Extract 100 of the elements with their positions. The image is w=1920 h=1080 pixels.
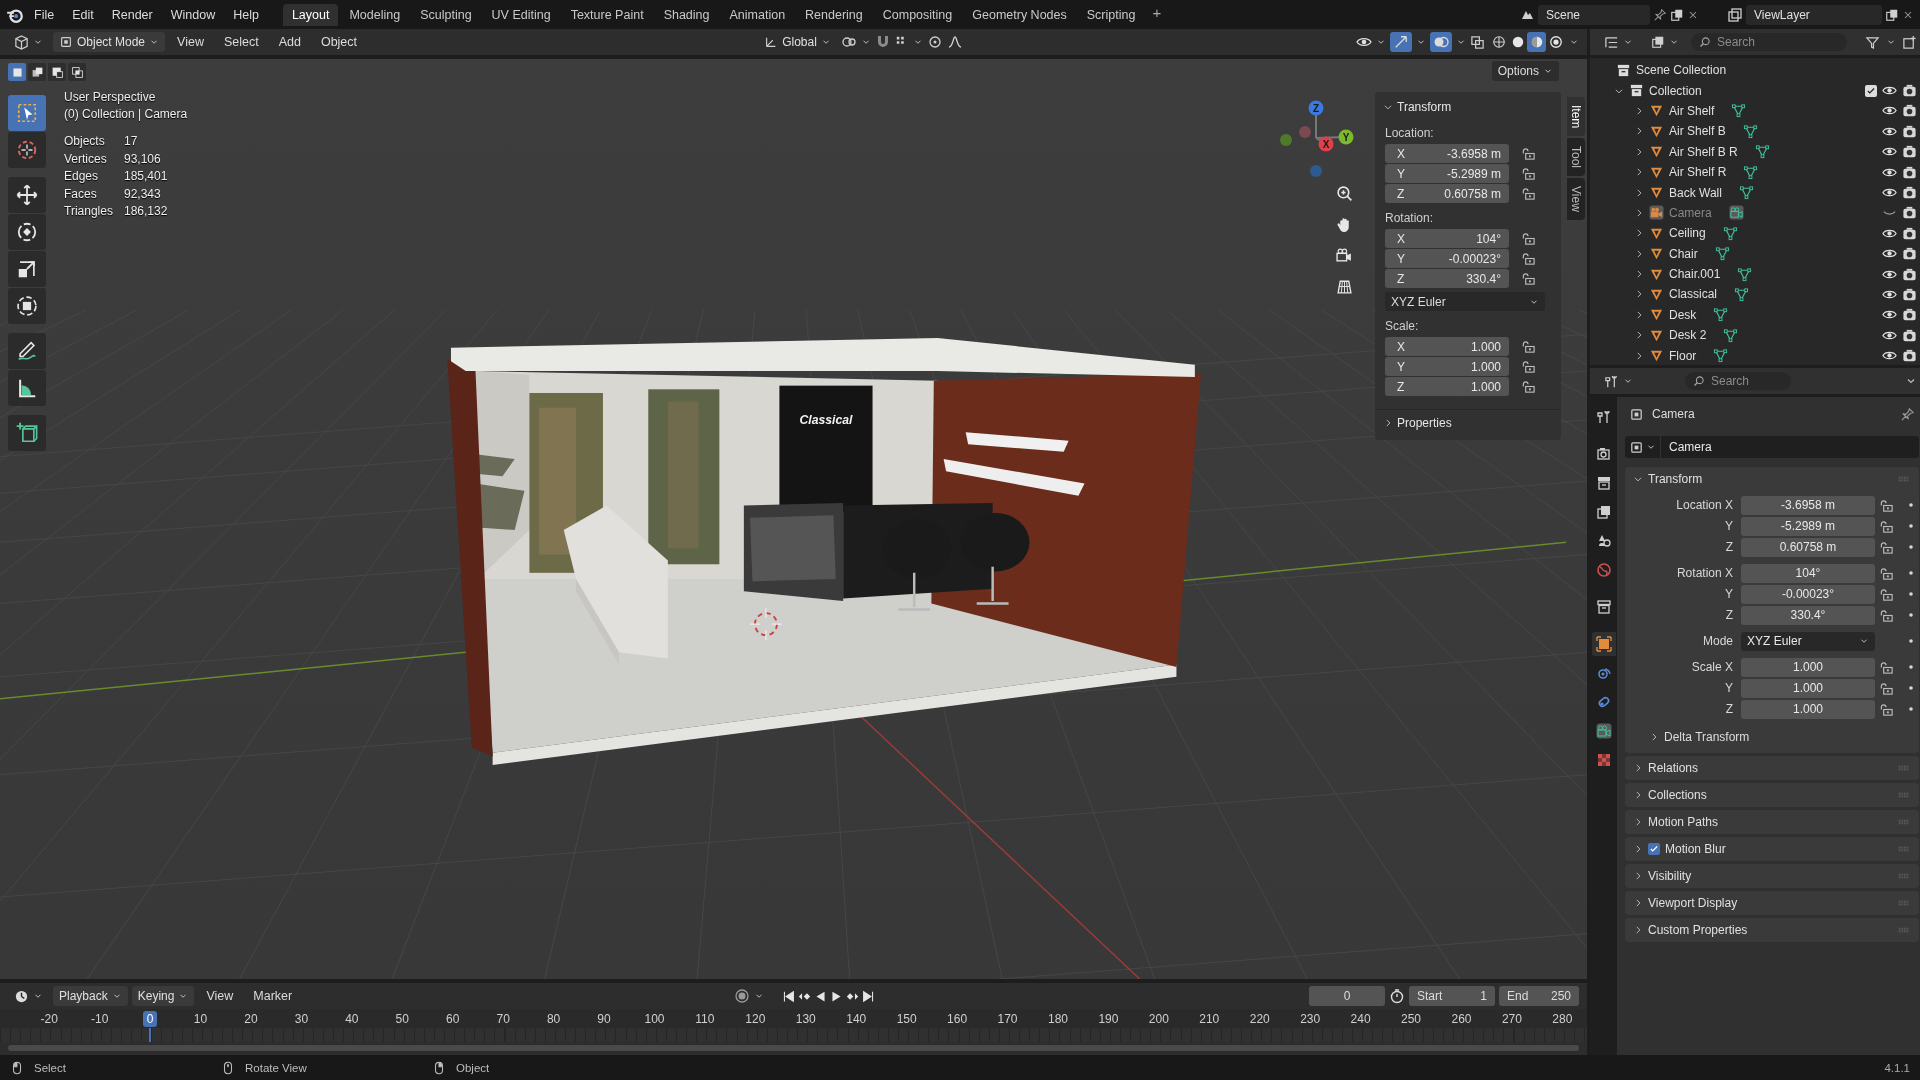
lock-icon[interactable] [1879, 586, 1894, 602]
lock-icon[interactable] [1521, 271, 1536, 286]
sidebar-tab[interactable]: View [1567, 178, 1585, 221]
workspace-tab[interactable]: UV Editing [482, 3, 560, 26]
axis-handle[interactable]: X [1318, 136, 1334, 152]
menu-item[interactable]: Object [312, 32, 366, 52]
camera-data-icon[interactable] [1728, 205, 1744, 221]
menu-item[interactable]: Add [270, 32, 309, 52]
menu-item[interactable]: View [169, 32, 212, 52]
sidebar-tab[interactable]: Tool [1567, 138, 1585, 177]
camera-icon[interactable] [1902, 327, 1917, 343]
menu-item[interactable]: Window [162, 4, 224, 25]
number-field[interactable]: -5.2989 m [1741, 516, 1875, 536]
lock-icon[interactable] [1879, 565, 1894, 581]
panel-header[interactable]: Viewport Display [1625, 891, 1919, 915]
lock-icon[interactable] [1521, 231, 1536, 246]
tool-button[interactable] [8, 288, 46, 324]
menu-item[interactable]: Help [225, 4, 267, 25]
number-field[interactable]: Z 330.4° [1385, 269, 1509, 288]
orientation-dropdown[interactable]: Global [758, 32, 837, 52]
menu-item[interactable]: Edit [64, 4, 102, 25]
camera-icon[interactable] [1902, 307, 1917, 323]
negative-x-handle[interactable] [1299, 126, 1311, 138]
number-field[interactable]: -3.6958 m [1741, 495, 1875, 515]
number-field[interactable]: -0.00023° [1741, 584, 1875, 604]
rotation-mode-dropdown[interactable]: XYZ Euler [1385, 292, 1545, 311]
select-mode-button[interactable] [48, 63, 66, 81]
workspace-tab[interactable]: Texture Paint [561, 3, 653, 26]
tree-item[interactable]: Air Shelf B R [1669, 144, 1738, 159]
menu-dropdown[interactable]: Keying [131, 986, 195, 1006]
menu-item[interactable]: Render [103, 4, 161, 25]
lock-icon[interactable] [1879, 659, 1894, 675]
tree-item[interactable]: Chair.001 [1669, 267, 1721, 282]
lock-icon[interactable] [1521, 251, 1536, 266]
scrollbar[interactable] [8, 1045, 1579, 1051]
tool-button[interactable] [8, 333, 46, 369]
checkbox[interactable] [1865, 84, 1877, 97]
proportional-edit-icon[interactable] [926, 34, 943, 50]
workspace-tab[interactable]: Geometry Nodes [963, 3, 1076, 26]
lock-icon[interactable] [1521, 339, 1536, 354]
mode-dropdown[interactable]: XYZ Euler [1741, 631, 1875, 651]
lock-icon[interactable] [1521, 186, 1536, 201]
tree-item[interactable]: Scene Collection [1636, 63, 1727, 78]
panel-header[interactable]: Motion Blur [1625, 837, 1919, 861]
tree-item[interactable]: Classical [1669, 287, 1717, 302]
new-collection-icon[interactable] [1902, 34, 1917, 50]
jump-start-icon[interactable] [782, 989, 796, 1003]
negative-z-handle[interactable] [1310, 165, 1322, 177]
pin-icon[interactable] [1653, 7, 1667, 22]
tree-item[interactable]: Floor [1669, 348, 1697, 363]
pivot-icon[interactable] [840, 34, 857, 50]
number-field[interactable]: X -3.6958 m [1385, 144, 1509, 163]
mesh-data-icon[interactable] [1723, 327, 1739, 343]
falloff-curve-icon[interactable] [946, 34, 963, 50]
workspace-tab[interactable]: Scripting [1077, 3, 1145, 26]
workspace-tab[interactable]: Sculpting [411, 3, 481, 26]
pin-icon[interactable] [1900, 406, 1915, 422]
number-field[interactable]: Z 0.60758 m [1385, 184, 1509, 203]
mode-dropdown[interactable]: Object Mode [53, 32, 166, 52]
camera-icon[interactable] [1902, 144, 1917, 160]
search-field[interactable]: Search [1691, 33, 1847, 51]
camera-icon[interactable] [1902, 83, 1917, 99]
lock-icon[interactable] [1521, 379, 1536, 394]
camera-icon[interactable] [1902, 246, 1917, 262]
mesh-data-icon[interactable] [1738, 185, 1754, 201]
workspace-tab[interactable]: Layout [282, 3, 339, 26]
menu-item[interactable]: File [26, 4, 63, 25]
record-icon[interactable] [734, 988, 751, 1004]
copy-icon[interactable] [1885, 7, 1899, 22]
camera-icon[interactable] [1902, 348, 1917, 364]
workspace-tab[interactable]: Shading [654, 3, 719, 26]
tree-item[interactable]: Air Shelf [1669, 103, 1715, 118]
camera-icon[interactable] [1902, 103, 1917, 119]
lock-icon[interactable] [1879, 680, 1894, 696]
subpanel-header[interactable]: Delta Transform [1625, 725, 1919, 749]
axis-handle[interactable]: Z [1308, 100, 1324, 116]
panel-header[interactable]: Relations [1625, 756, 1919, 780]
lock-icon[interactable] [1521, 359, 1536, 374]
play-icon[interactable] [830, 989, 844, 1003]
menu-dropdown[interactable]: Playback [53, 986, 128, 1006]
3d-cursor-icon[interactable] [749, 607, 783, 641]
tool-button[interactable] [8, 415, 46, 451]
tree-item[interactable]: Desk [1669, 307, 1697, 322]
select-mode-button[interactable] [28, 63, 46, 81]
jump-end-icon[interactable] [862, 989, 876, 1003]
mesh-data-icon[interactable] [1713, 307, 1729, 323]
tool-button[interactable] [8, 251, 46, 287]
workspace-tab[interactable]: Animation [720, 3, 795, 26]
view-layer-field[interactable]: ViewLayer [1746, 4, 1882, 25]
menu-item[interactable]: Marker [245, 986, 301, 1006]
lock-icon[interactable] [1879, 539, 1894, 555]
panel-header[interactable]: Motion Paths [1625, 810, 1919, 834]
tree-item[interactable]: Collection [1649, 83, 1702, 98]
mesh-data-icon[interactable] [1754, 144, 1770, 160]
axis-handle[interactable]: Y [1338, 129, 1354, 145]
lock-icon[interactable] [1521, 166, 1536, 181]
shading-button[interactable] [1527, 32, 1546, 52]
number-field[interactable]: Y -0.00023° [1385, 249, 1509, 268]
panel-header[interactable]: Properties [1375, 409, 1561, 434]
tree-item[interactable]: Camera [1669, 205, 1712, 220]
